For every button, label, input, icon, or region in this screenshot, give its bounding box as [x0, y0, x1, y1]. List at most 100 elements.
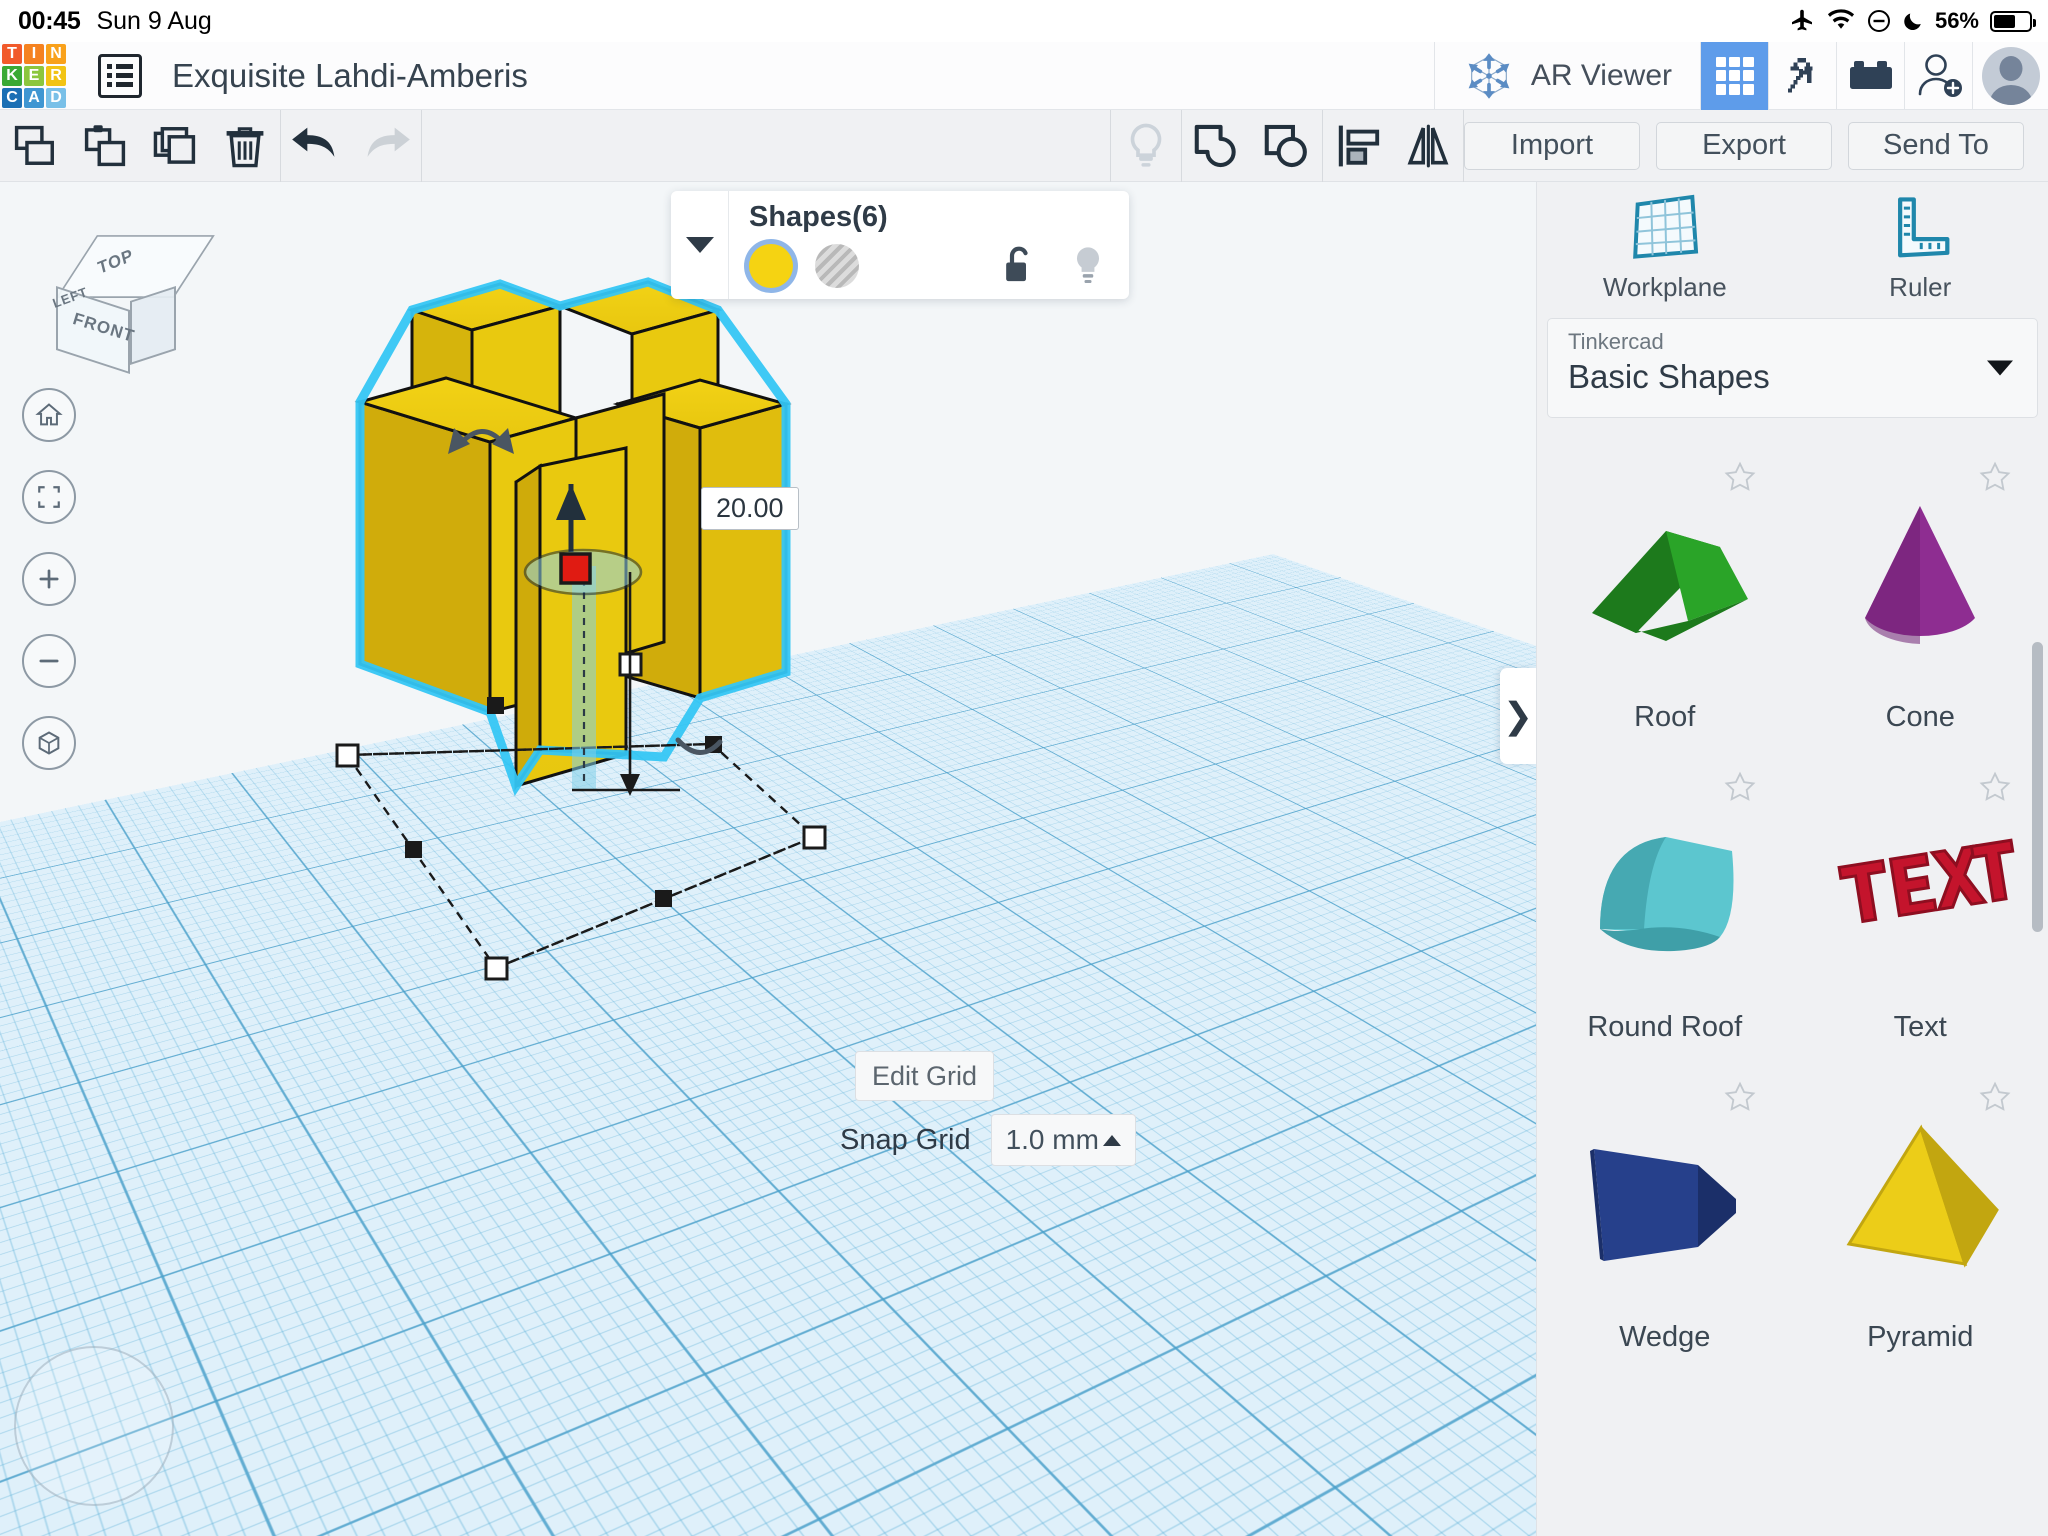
- pyramid-shape: [1846, 1124, 2000, 1268]
- battery-icon: [1990, 10, 2036, 32]
- paste-button[interactable]: [70, 110, 140, 182]
- duplicate-icon: [153, 126, 196, 164]
- panel-expand-button[interactable]: ❯: [1500, 668, 1536, 764]
- add-collaborator-button[interactable]: [1904, 41, 1972, 110]
- ungroup-button[interactable]: [1252, 110, 1322, 182]
- favorite-star-icon[interactable]: [1978, 1080, 2012, 1114]
- send-to-button[interactable]: Send To: [1848, 121, 2024, 170]
- hamburger-menu-icon[interactable]: [98, 53, 142, 98]
- favorite-star-icon[interactable]: [1978, 770, 2012, 804]
- chevron-down-icon: [1987, 360, 2013, 376]
- shape-library-select[interactable]: Tinkercad Basic Shapes: [1547, 318, 2038, 418]
- grid-view-icon: [1715, 56, 1754, 95]
- gallery-scrollbar[interactable]: [2032, 642, 2043, 932]
- toolbar-divider: [421, 109, 422, 182]
- gallery-item-label: Pyramid: [1867, 1321, 1974, 1353]
- chevron-up-icon: [1102, 1134, 1121, 1146]
- selected-model-group[interactable]: [0, 182, 1536, 1536]
- shapes-panel-icons: [1001, 245, 1111, 287]
- edit-grid-button[interactable]: Edit Grid: [855, 1051, 994, 1101]
- grid-view-button[interactable]: [1700, 41, 1768, 110]
- ruler-icon: [1898, 196, 1950, 257]
- chevron-down-icon: [685, 237, 714, 253]
- app-header: TINKERCAD Exquisite Lahdi-Amberis AR Vie…: [0, 41, 2048, 110]
- sidebar-tools: Workplane Ruler: [1537, 182, 2048, 312]
- unlock-icon[interactable]: [1001, 245, 1037, 287]
- workplane-icon: [1632, 194, 1698, 259]
- dimension-value[interactable]: 20.00: [701, 487, 799, 530]
- round-roof-shape: [1599, 836, 1734, 951]
- gallery-item-wedge[interactable]: Wedge: [1537, 1074, 1793, 1384]
- redo-icon: [367, 127, 410, 157]
- delete-button[interactable]: [210, 110, 280, 182]
- gallery-item-roof[interactable]: Roof: [1537, 454, 1793, 764]
- undo-button[interactable]: [281, 110, 351, 182]
- solid-color-swatch[interactable]: [749, 244, 793, 288]
- shapes-panel-title: Shapes(6): [749, 201, 888, 233]
- status-time: 00:45: [18, 6, 81, 35]
- logo-tile-i: I: [24, 43, 44, 64]
- snap-grid-label: Snap Grid: [840, 1123, 971, 1156]
- snap-grid-value: 1.0 mm: [1005, 1124, 1099, 1155]
- favorite-star-icon[interactable]: [1723, 460, 1757, 494]
- favorite-star-icon[interactable]: [1723, 770, 1757, 804]
- hole-swatch[interactable]: [815, 244, 859, 288]
- gallery-item-label: Wedge: [1619, 1321, 1711, 1353]
- group-button[interactable]: [1182, 110, 1252, 182]
- delete-icon: [226, 126, 264, 167]
- do-not-disturb-icon: [1867, 10, 1890, 32]
- export-button[interactable]: Export: [1656, 121, 1832, 170]
- favorite-star-icon[interactable]: [1723, 1080, 1757, 1114]
- gallery-item-label: Text: [1893, 1011, 1947, 1043]
- logo-tile-r: R: [46, 65, 66, 86]
- logo-tile-k: K: [2, 65, 22, 86]
- import-button[interactable]: Import: [1464, 121, 1640, 170]
- duplicate-button[interactable]: [140, 110, 210, 182]
- avatar: [1981, 46, 2040, 105]
- minecraft-pickaxe-icon: [1787, 57, 1813, 92]
- gallery-item-round-roof[interactable]: Round Roof: [1537, 764, 1793, 1074]
- text-shape: [1837, 837, 2015, 923]
- lightbulb-icon[interactable]: [1071, 245, 1105, 287]
- redo-button[interactable]: [351, 110, 421, 182]
- lightbulb-button[interactable]: [1111, 110, 1181, 182]
- align-icon: [1338, 125, 1380, 166]
- ar-viewer-button[interactable]: AR Viewer: [1433, 41, 1700, 110]
- lightbulb-icon: [1130, 123, 1162, 167]
- center-move-handle: [559, 552, 592, 585]
- mirror-button[interactable]: [1393, 110, 1463, 182]
- sidebar-item-workplane-label: Workplane: [1602, 271, 1727, 302]
- copy-button[interactable]: [0, 110, 70, 182]
- gallery-item-pyramid[interactable]: Pyramid: [1793, 1074, 2048, 1384]
- group-icon: [1194, 124, 1236, 167]
- gallery-item-label: Round Roof: [1587, 1011, 1743, 1043]
- gallery-item-label: Roof: [1634, 701, 1696, 733]
- minecraft-button[interactable]: [1768, 41, 1836, 110]
- gallery-item-text[interactable]: Text: [1793, 764, 2048, 1074]
- airplane-mode-icon: [1791, 9, 1812, 31]
- sidebar-item-ruler-label: Ruler: [1889, 271, 1952, 302]
- sidebar-item-ruler[interactable]: Ruler: [1793, 182, 2048, 312]
- shapes-panel-controls: [749, 244, 1111, 288]
- wifi-icon: [1827, 9, 1855, 29]
- tinkercad-logo[interactable]: TIN KER CAD: [0, 42, 68, 110]
- ar-viewer-label: AR Viewer: [1530, 58, 1672, 92]
- header-right-group: AR Viewer: [1433, 41, 2048, 110]
- shape-library-supertitle: Tinkercad: [1568, 329, 1664, 354]
- sidebar-item-workplane[interactable]: Workplane: [1537, 182, 1793, 312]
- ungroup-icon: [1264, 124, 1307, 167]
- user-avatar-button[interactable]: [1972, 41, 2048, 110]
- ar-viewer-icon: [1468, 52, 1510, 99]
- gallery-item-cone[interactable]: Cone: [1793, 454, 2048, 764]
- page-title[interactable]: Exquisite Lahdi-Amberis: [172, 57, 528, 95]
- logo-tile-a: A: [24, 87, 44, 108]
- shape-gallery[interactable]: Roof Cone Round Roof Text Wedge Pyramid: [1537, 440, 2048, 1536]
- status-date: Sun 9 Aug: [96, 6, 212, 35]
- 3d-canvas[interactable]: TOP FRONT LEFT 20.00 Shapes(6) ❯ Edit Gr…: [0, 182, 1536, 1536]
- lego-button[interactable]: [1836, 41, 1904, 110]
- mirror-icon: [1407, 124, 1449, 167]
- snap-grid-select[interactable]: 1.0 mm: [990, 1114, 1136, 1166]
- favorite-star-icon[interactable]: [1978, 460, 2012, 494]
- shapes-panel-collapse-button[interactable]: [671, 191, 729, 299]
- align-button[interactable]: [1323, 110, 1393, 182]
